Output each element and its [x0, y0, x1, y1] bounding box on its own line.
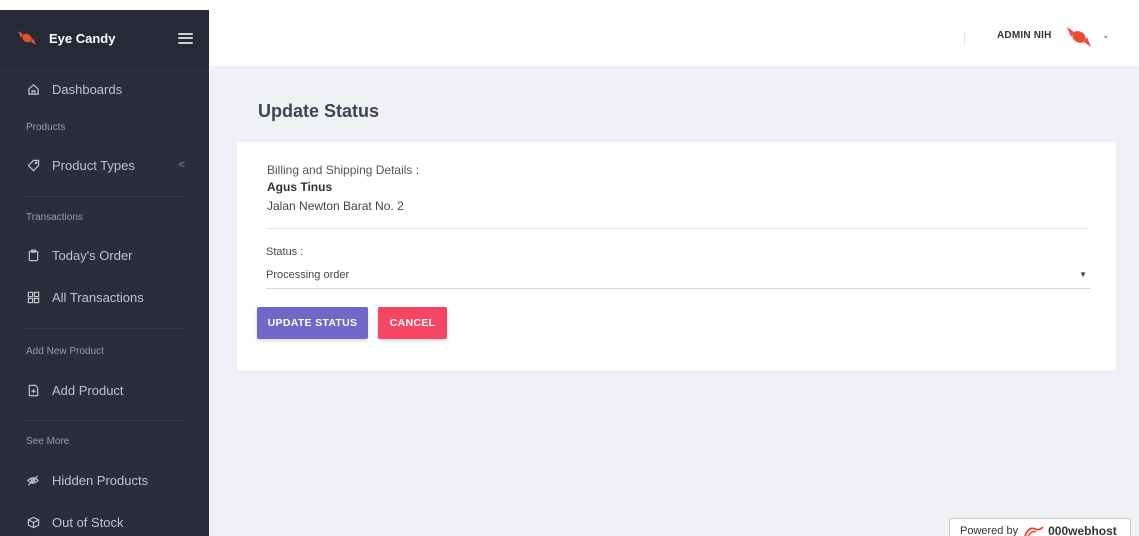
file-plus-icon [26, 383, 40, 397]
customer-address: Jalan Newton Barat No. 2 [267, 199, 404, 213]
sidebar-item-out-of-stock[interactable]: Out of Stock [0, 504, 209, 536]
tag-icon [26, 158, 40, 172]
update-status-button[interactable]: UPDATE STATUS [257, 307, 368, 339]
sidebar-item-label: Hidden Products [52, 472, 149, 488]
card-divider [267, 228, 1087, 229]
box-icon [26, 515, 40, 529]
update-status-card: Billing and Shipping Details : Agus Tinu… [237, 142, 1116, 371]
host-name: 000webhost [1048, 524, 1117, 536]
home-icon [26, 82, 40, 96]
sidebar-item-all-transactions[interactable]: All Transactions [0, 279, 209, 315]
main-content: Update Status Billing and Shipping Detai… [209, 66, 1139, 536]
top-strip [0, 0, 1139, 10]
section-transactions: Transactions [26, 212, 83, 223]
host-logo: 000webhost [1023, 524, 1117, 536]
sidebar-item-label: Product Types [52, 157, 135, 173]
grid-icon [26, 290, 40, 304]
cancel-button[interactable]: CANCEL [378, 307, 447, 339]
sidebar-divider [24, 196, 184, 197]
status-select-value: Processing order [266, 269, 350, 281]
powered-by-badge[interactable]: Powered by 000webhost [949, 518, 1131, 536]
brand-bar: Eye Candy [0, 10, 209, 66]
clipboard-icon [26, 248, 40, 262]
brand-name[interactable]: Eye Candy [49, 31, 115, 46]
sidebar-item-label: Dashboards [52, 81, 123, 97]
powered-by-label: Powered by [960, 525, 1019, 536]
customer-name: Agus Tinus [267, 180, 333, 194]
top-header: ADMIN NIH ⌄ [209, 10, 1139, 66]
header-divider [964, 32, 965, 46]
hamburger-menu-icon[interactable] [178, 32, 193, 44]
sidebar-item-label: Add Product [52, 382, 124, 398]
status-label: Status : [266, 246, 304, 258]
sidebar-divider [24, 420, 184, 421]
section-products: Products [26, 122, 66, 133]
sidebar-item-product-types[interactable]: Product Types < [0, 147, 209, 183]
sidebar-item-dashboards[interactable]: Dashboards [0, 71, 209, 107]
chevron-down-icon[interactable]: ⌄ [1102, 30, 1110, 41]
sidebar: Eye Candy Dashboards Products Product Ty… [0, 10, 209, 536]
status-select[interactable]: Processing order ▼ [266, 262, 1091, 289]
dropdown-arrow-icon: ▼ [1079, 270, 1087, 279]
sidebar-item-label: Today's Order [52, 247, 133, 263]
sidebar-divider [24, 328, 184, 329]
sidebar-item-label: All Transactions [52, 289, 144, 305]
section-see-more: See More [26, 436, 70, 447]
sidebar-item-hidden-products[interactable]: Hidden Products [0, 462, 209, 498]
sidebar-item-todays-order[interactable]: Today's Order [0, 237, 209, 273]
eye-off-icon [26, 473, 40, 487]
chevron-left-icon[interactable]: < [179, 159, 185, 171]
billing-shipping-label: Billing and Shipping Details : [267, 163, 420, 177]
sidebar-item-add-product[interactable]: Add Product [0, 372, 209, 408]
sidebar-item-label: Out of Stock [52, 514, 124, 530]
section-add-new-product: Add New Product [26, 346, 104, 357]
webhost-logo-icon [1024, 526, 1044, 536]
page-title: Update Status [258, 101, 380, 121]
user-name[interactable]: ADMIN NIH [997, 30, 1052, 41]
candy-icon [17, 28, 37, 48]
avatar[interactable] [1065, 24, 1093, 50]
